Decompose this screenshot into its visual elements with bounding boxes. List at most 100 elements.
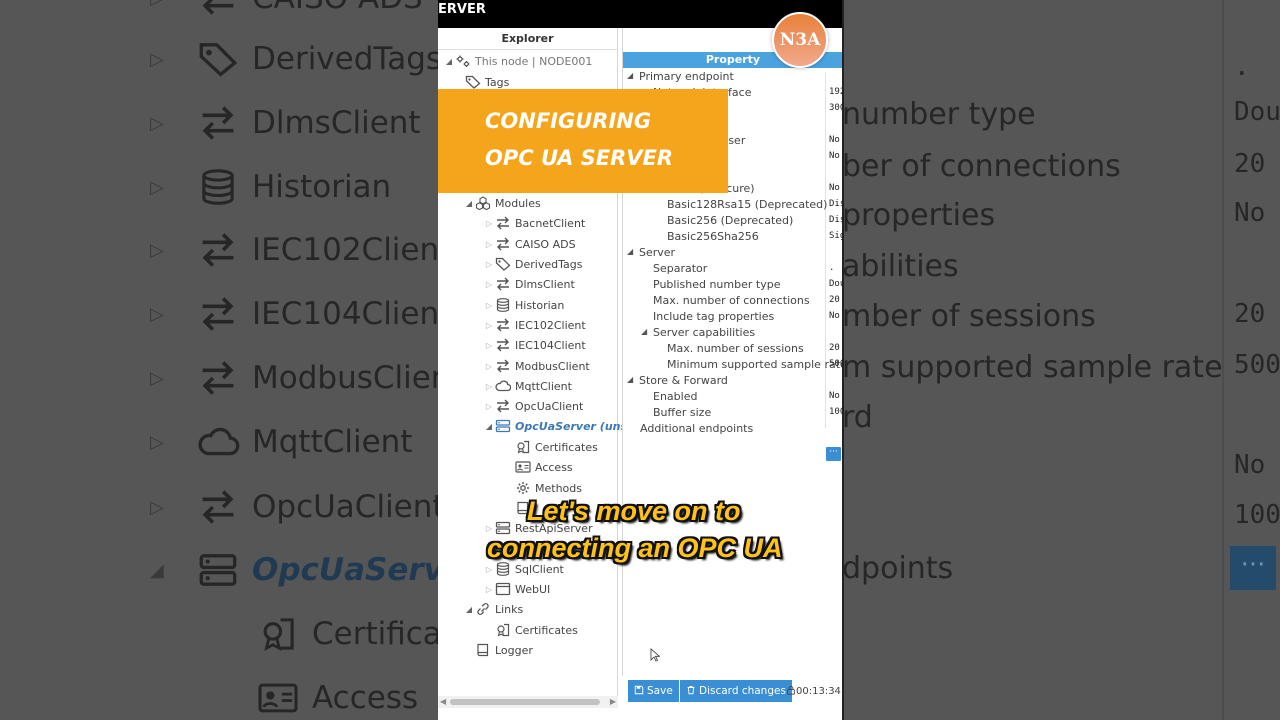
property-value[interactable]: No	[829, 151, 842, 161]
property-row[interactable]: ◢ Server	[623, 245, 842, 261]
scrollbar-thumb[interactable]	[450, 699, 600, 705]
property-row[interactable]: Buffer size 100	[623, 405, 842, 421]
collapse-arrow-icon[interactable]: ◢	[627, 247, 633, 256]
expand-arrow-icon[interactable]: ◢	[484, 422, 494, 431]
tree-node-modbusclient[interactable]: ▷ ModbusClient	[484, 357, 590, 375]
horizontal-scrollbar[interactable]: ◀ ▶	[438, 696, 618, 708]
bg-tree-row: ▷ IEC104Client	[150, 294, 452, 334]
property-value[interactable]: 192	[829, 87, 842, 97]
property-row[interactable]: ◢ Primary endpoint	[623, 69, 842, 85]
property-label: Additional endpoints	[640, 422, 754, 435]
tree-node-mqttclient[interactable]: ▷ MqttClient	[484, 377, 572, 395]
discard-changes-button[interactable]: Discard changes	[680, 680, 792, 702]
tree-node-dlmsclient[interactable]: ▷ DlmsClient	[484, 275, 575, 293]
property-row[interactable]: Max. number of sessions 20	[623, 341, 842, 357]
tag-icon	[190, 39, 246, 79]
property-value[interactable]: No	[829, 391, 842, 401]
property-label: Separator	[653, 262, 708, 275]
property-row[interactable]: Separator.	[623, 261, 842, 277]
property-value[interactable]: 20	[829, 295, 842, 305]
window-border	[842, 0, 844, 720]
tree-node-iec104client[interactable]: ▷ IEC104Client	[484, 336, 586, 354]
arrows-icon	[494, 338, 512, 352]
tree-node-webui[interactable]: ▷ WebUI	[484, 580, 550, 598]
property-row[interactable]: Basic256 (Deprecated) Dis	[623, 213, 842, 229]
property-value[interactable]: .	[829, 263, 842, 273]
save-button[interactable]: Save	[628, 680, 679, 702]
book-icon	[474, 643, 492, 657]
property-row[interactable]: ◢ Store & Forward	[623, 373, 842, 389]
tree-node-caiso-ads[interactable]: ▷ CAISO ADS	[484, 235, 576, 253]
tree-node-derivedtags[interactable]: ▷ DerivedTags	[484, 255, 582, 273]
tree-node-bacnetclient[interactable]: ▷ BacnetClient	[484, 214, 585, 232]
mouse-cursor-icon	[650, 648, 660, 662]
arrows-icon	[190, 103, 246, 143]
collapse-arrow-icon[interactable]: ◢	[627, 375, 633, 384]
tree-node-iec102client[interactable]: ▷ IEC102Client	[484, 316, 586, 334]
property-value[interactable]: Dou	[829, 279, 842, 289]
property-value[interactable]: 20	[829, 343, 842, 353]
tree-node-links-certificates[interactable]: Certificates	[494, 621, 578, 639]
property-value[interactable]: No	[829, 183, 842, 193]
arrows-icon	[190, 294, 246, 334]
tree-node-opcuaclient[interactable]: ▷ OpcUaClient	[484, 397, 583, 415]
property-value[interactable]: 100	[829, 407, 842, 417]
property-label: Server capabilities	[653, 326, 756, 339]
server-icon	[494, 419, 512, 433]
property-row[interactable]: Basic128Rsa15 (Deprecated)Dis	[623, 197, 842, 213]
property-label: Server	[639, 246, 676, 259]
tree-node-modules[interactable]: ◢ Modules	[464, 194, 541, 212]
bg-prop-row: rd	[842, 400, 873, 435]
property-row[interactable]: Minimum supported sample rate500	[623, 357, 842, 373]
tree-node-methods[interactable]: Methods	[514, 479, 582, 497]
property-value[interactable]: 500	[829, 359, 842, 369]
expand-arrow-icon[interactable]: ◢	[464, 199, 474, 208]
cloud-icon	[494, 379, 512, 393]
bg-tree-row: ▷ IEC102Client	[150, 232, 452, 268]
banner-line-1: CONFIGURING	[485, 109, 652, 133]
collapse-arrow-icon[interactable]: ◢	[627, 71, 633, 80]
certificate-icon	[494, 623, 512, 637]
bg-tree-row: Access	[250, 678, 418, 718]
property-label: Basic128Rsa15 (Deprecated)	[667, 198, 828, 211]
property-row[interactable]: Include tag properties No	[623, 309, 842, 325]
property-value[interactable]: No	[829, 135, 842, 145]
certificate-icon	[514, 440, 532, 454]
expand-arrow-icon[interactable]: ◢	[464, 605, 474, 614]
property-row[interactable]: Additional endpoints	[623, 421, 842, 437]
property-row[interactable]: Max. number of connections 20	[623, 293, 842, 309]
gear-icon	[514, 481, 532, 495]
expand-arrow-icon[interactable]: ◢	[444, 57, 454, 66]
arrows-icon	[494, 318, 512, 332]
property-label: Max. number of sessions	[667, 342, 804, 355]
title-banner: CONFIGURING OPC UA SERVER	[438, 89, 728, 193]
tree-node-logger[interactable]: Logger	[474, 641, 533, 659]
scroll-left-icon[interactable]: ◀	[440, 697, 446, 706]
collapse-arrow-icon[interactable]: ◢	[641, 327, 647, 336]
property-value[interactable]: No	[829, 311, 842, 321]
tree-node-historian[interactable]: ▷ Historian	[484, 296, 564, 314]
property-row[interactable]: Enabled No	[623, 389, 842, 405]
bg-tree-row: ▷ DlmsClient	[150, 103, 421, 143]
property-value[interactable]: Dis	[829, 199, 842, 209]
property-value[interactable]: Sig	[829, 231, 842, 241]
bg-prop-row: abilities	[842, 249, 959, 284]
tag-icon	[494, 257, 512, 271]
property-value[interactable]: 300	[829, 103, 842, 113]
tree-node-this-node[interactable]: ◢ This node | NODE001	[444, 52, 592, 70]
property-label: Minimum supported sample rate	[667, 358, 842, 371]
property-label: Published number type	[653, 278, 781, 291]
additional-endpoints-more-button[interactable]: ···	[826, 447, 841, 461]
property-row[interactable]: Basic256Sha256 Sig	[623, 229, 842, 245]
tree-node-certificates[interactable]: Certificates	[514, 438, 598, 456]
scroll-right-icon[interactable]: ▶	[610, 697, 616, 706]
property-row[interactable]: ◢ Server capabilities	[623, 325, 842, 341]
subtitle-line-2: connecting an OPC UA	[487, 533, 783, 563]
bg-tree-row: ▷ Historian	[150, 169, 392, 205]
arrows-icon	[494, 277, 512, 291]
tree-node-links[interactable]: ◢ Links	[464, 600, 523, 618]
property-value[interactable]: Dis	[829, 215, 842, 225]
tree-node-access[interactable]: Access	[514, 458, 573, 476]
bg-prop-row: .	[1234, 52, 1250, 82]
property-row[interactable]: Published number type Dou	[623, 277, 842, 293]
